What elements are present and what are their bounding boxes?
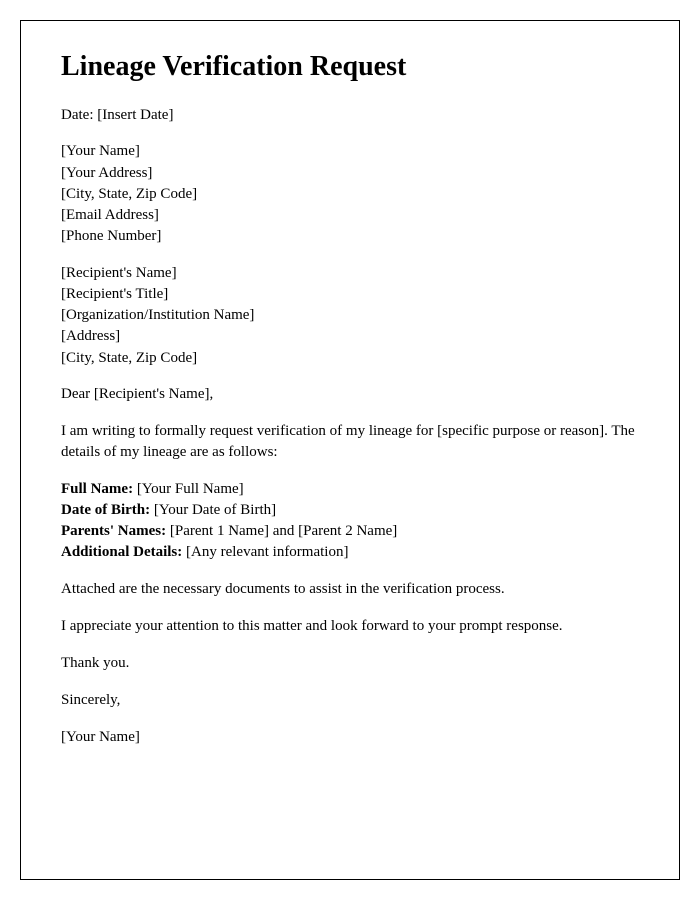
document-frame: Lineage Verification Request Date: [Inse… — [20, 20, 680, 880]
signature: [Your Name] — [61, 727, 639, 748]
thank-you: Thank you. — [61, 653, 639, 674]
sender-email: [Email Address] — [61, 205, 639, 225]
page-title: Lineage Verification Request — [61, 51, 639, 83]
sender-phone: [Phone Number] — [61, 226, 639, 246]
recipient-address: [Address] — [61, 326, 639, 346]
closing: Sincerely, — [61, 690, 639, 711]
recipient-city-state-zip: [City, State, Zip Code] — [61, 348, 639, 368]
date-block: Date: [Insert Date] — [61, 105, 639, 125]
recipient-org: [Organization/Institution Name] — [61, 305, 639, 325]
recipient-block: [Recipient's Name] [Recipient's Title] [… — [61, 263, 639, 368]
sender-name: [Your Name] — [61, 141, 639, 161]
parents-value: [Parent 1 Name] and [Parent 2 Name] — [170, 523, 397, 539]
details-block: Full Name: [Your Full Name] Date of Birt… — [61, 479, 639, 563]
full-name-label: Full Name: — [61, 481, 133, 497]
dob-label: Date of Birth: — [61, 502, 150, 518]
attached-paragraph: Attached are the necessary documents to … — [61, 579, 639, 600]
additional-value: [Any relevant information] — [186, 544, 348, 560]
recipient-title: [Recipient's Title] — [61, 284, 639, 304]
additional-label: Additional Details: — [61, 544, 182, 560]
parents-label: Parents' Names: — [61, 523, 166, 539]
intro-paragraph: I am writing to formally request verific… — [61, 421, 639, 463]
full-name-value: [Your Full Name] — [137, 481, 244, 497]
salutation: Dear [Recipient's Name], — [61, 384, 639, 405]
appreciate-paragraph: I appreciate your attention to this matt… — [61, 616, 639, 637]
date-value: [Insert Date] — [97, 107, 173, 123]
sender-city-state-zip: [City, State, Zip Code] — [61, 184, 639, 204]
sender-block: [Your Name] [Your Address] [City, State,… — [61, 141, 639, 246]
recipient-name: [Recipient's Name] — [61, 263, 639, 283]
date-label: Date: — [61, 107, 93, 123]
sender-address: [Your Address] — [61, 163, 639, 183]
dob-value: [Your Date of Birth] — [154, 502, 276, 518]
